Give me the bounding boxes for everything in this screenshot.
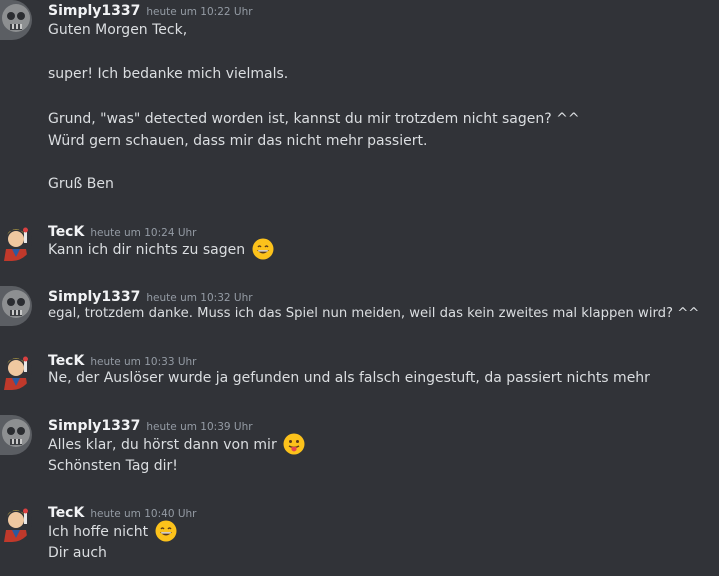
avatar[interactable] [0,415,32,455]
message-header: TecK heute um 10:40 Uhr [48,502,197,521]
avatar[interactable] [0,221,32,261]
message-text-row: Ich hoffe nicht [48,520,177,543]
message-text: Alles klar, du hörst dann von mir [48,437,277,453]
avatar[interactable] [0,0,32,40]
grinning-face-icon[interactable] [155,520,177,542]
timestamp: heute um 10:40 Uhr [90,508,197,520]
message-text-row: Alles klar, du hörst dann von mir [48,433,305,456]
timestamp: heute um 10:22 Uhr [146,6,253,18]
message-text: Kann ich dir nichts zu sagen [48,242,246,258]
message-header: Simply1337 heute um 10:22 Uhr [48,0,253,19]
message-text: Dir auch [48,545,107,561]
username[interactable]: TecK [48,505,84,521]
message-header: Simply1337 heute um 10:32 Uhr [48,286,253,305]
message-text: super! Ich bedanke mich vielmals. [48,66,289,82]
username[interactable]: Simply1337 [48,3,140,19]
message-group: TecK heute um 10:33 Uhr Ne, der Auslöser … [0,350,719,394]
message-group: Simply1337 heute um 10:39 Uhr Alles klar,… [0,415,719,481]
message-header: TecK heute um 10:24 Uhr [48,221,197,240]
tongue-face-icon[interactable] [283,433,305,455]
message-group: Simply1337 heute um 10:32 Uhr egal, trotz… [0,286,719,330]
chat-log: Simply1337 heute um 10:22 Uhr Guten Morge… [0,0,719,576]
message-text: Ne, der Auslöser wurde ja gefunden und a… [48,370,650,386]
message-text-row: Kann ich dir nichts zu sagen [48,238,274,261]
grinning-face-icon[interactable] [252,238,274,260]
avatar[interactable] [0,502,32,542]
message-text: Grund, "was" detected worden ist, kannst… [48,111,580,127]
timestamp: heute um 10:39 Uhr [146,421,253,433]
message-text: Ich hoffe nicht [48,524,149,540]
avatar[interactable] [0,286,32,326]
avatar[interactable] [0,350,32,390]
message-text: egal, trotzdem danke. Muss ich das Spiel… [48,306,700,321]
message-text: Würd gern schauen, dass mir das nicht me… [48,133,428,149]
message-group: Simply1337 heute um 10:22 Uhr Guten Morge… [0,0,719,200]
message-header: Simply1337 heute um 10:39 Uhr [48,415,253,434]
message-text: Guten Morgen Teck, [48,22,188,38]
message-header: TecK heute um 10:33 Uhr [48,350,197,369]
message-text: Gruß Ben [48,176,114,192]
message-group: TecK heute um 10:24 Uhr Kann ich dir nich… [0,221,719,265]
message-group: TecK heute um 10:40 Uhr Ich hoffe nicht D… [0,502,719,572]
username[interactable]: Simply1337 [48,418,140,434]
message-text: Schönsten Tag dir! [48,458,178,474]
